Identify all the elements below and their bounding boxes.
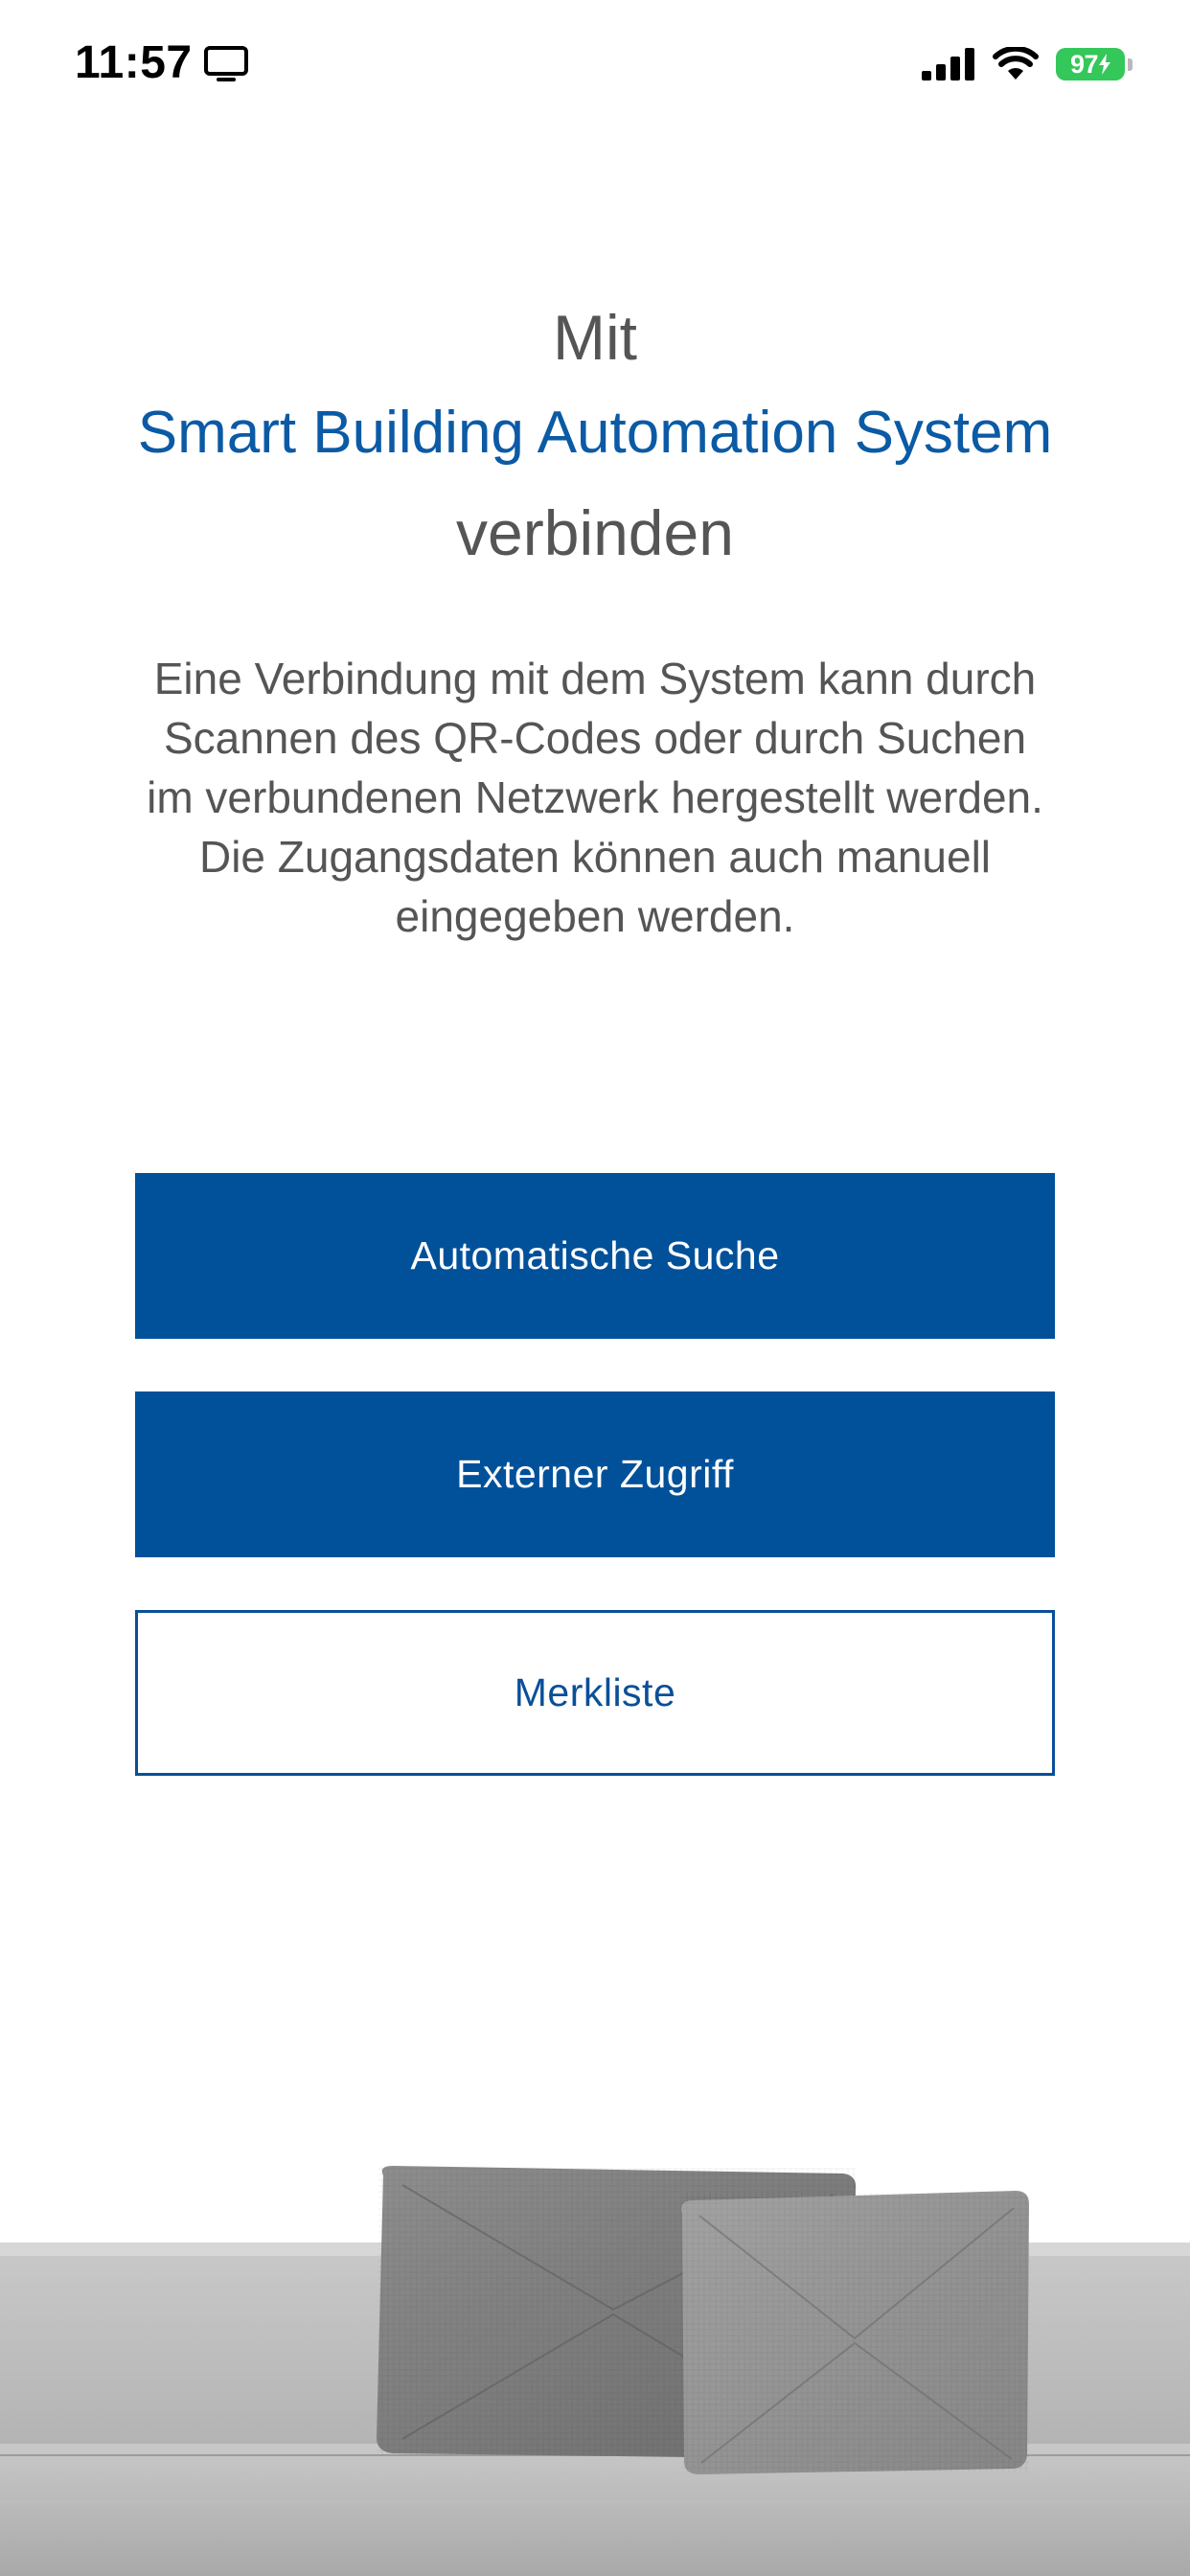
heading-verbinden: verbinden (456, 497, 734, 568)
automatic-search-label: Automatische Suche (410, 1233, 780, 1277)
automatic-search-button[interactable]: Automatische Suche (135, 1173, 1055, 1339)
status-bar: 11:57 97 (0, 0, 1190, 134)
wifi-icon (993, 47, 1039, 80)
battery-icon: 97 (1056, 48, 1133, 80)
charging-bolt-icon (1099, 54, 1111, 75)
heading-system-name: Smart Building Automation System (137, 400, 1053, 466)
heading-mit: Mit (553, 302, 637, 373)
status-indicators: 97 (922, 44, 1133, 84)
status-time: 11:57 (75, 37, 193, 88)
battery-cap (1128, 58, 1133, 71)
description-text: Eine Verbindung mit dem System kann durc… (147, 654, 1043, 941)
watchlist-label: Merkliste (514, 1670, 676, 1714)
external-access-label: Externer Zugriff (456, 1452, 734, 1496)
watchlist-button[interactable]: Merkliste (135, 1610, 1055, 1776)
sofa-with-cushions-image (0, 2108, 1190, 2576)
screen-mirroring-icon (204, 46, 248, 81)
cellular-signal-icon (922, 48, 974, 80)
external-access-button[interactable]: Externer Zugriff (135, 1392, 1055, 1557)
battery-level: 97 (1069, 49, 1099, 79)
